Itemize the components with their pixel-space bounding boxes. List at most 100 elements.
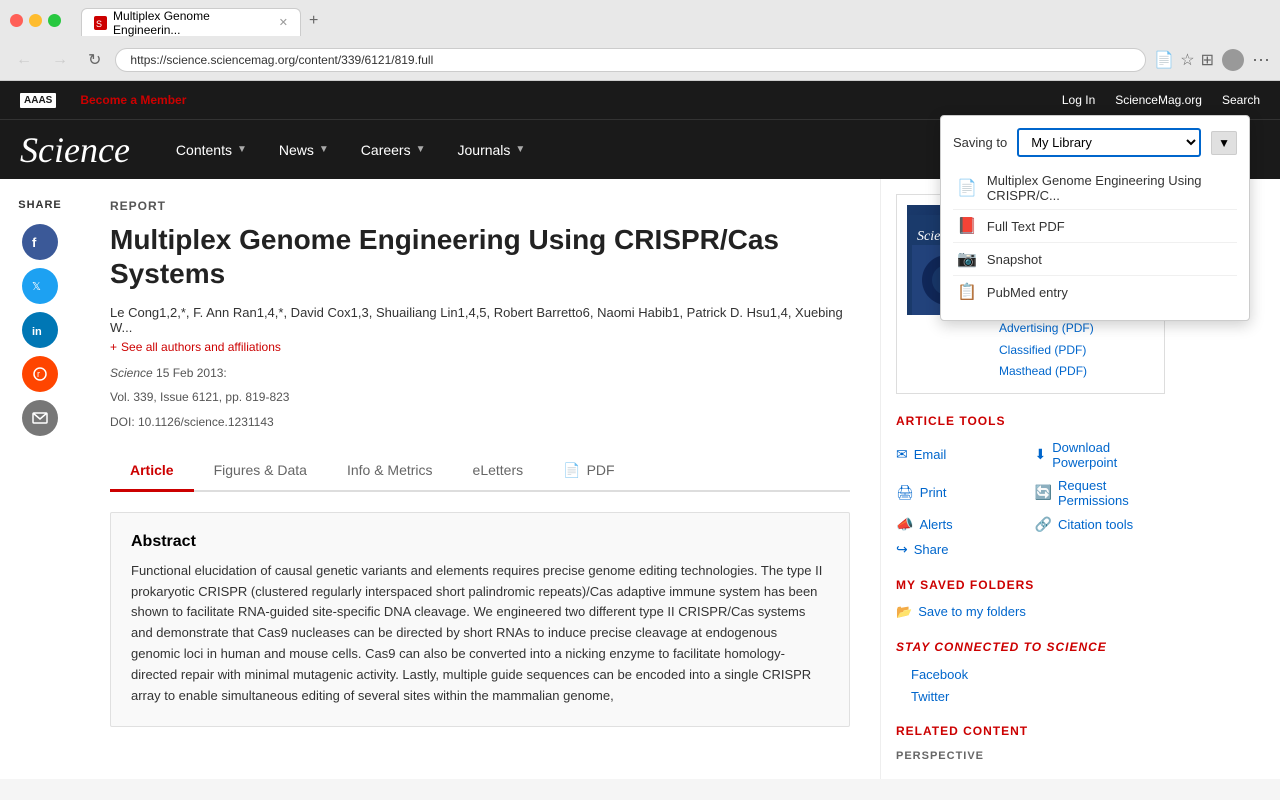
science-logo[interactable]: Science	[20, 129, 130, 171]
saving-item-snapshot[interactable]: 📷 Snapshot	[953, 242, 1237, 275]
masthead-pdf-link[interactable]: Masthead (PDF)	[999, 361, 1154, 383]
library-select[interactable]: My Library	[1017, 128, 1201, 157]
save-page-icon[interactable]: 📄	[1154, 50, 1174, 70]
become-member-link[interactable]: Become a Member	[80, 93, 186, 107]
article-tools: ARTICLE TOOLS ✉Email ⬇Download Powerpoin…	[896, 414, 1165, 558]
saved-folders-title: MY SAVED FOLDERS	[896, 578, 1165, 592]
abstract-box: Abstract Functional elucidation of causa…	[110, 512, 850, 728]
abstract-text: Functional elucidation of causal genetic…	[131, 561, 829, 707]
email-share-button[interactable]	[22, 400, 58, 436]
close-button[interactable]	[10, 14, 23, 27]
print-tool[interactable]: 🖨Print	[896, 478, 1027, 508]
tab-favicon: S	[94, 16, 107, 30]
forward-button[interactable]: →	[46, 47, 74, 73]
permissions-tool[interactable]: 🔄Request Permissions	[1035, 478, 1166, 508]
share-bar: SHARE f 𝕏 in r	[0, 179, 80, 779]
aaas-logo: AAAS	[20, 93, 60, 108]
svg-text:in: in	[32, 326, 42, 338]
extensions-icon[interactable]: ⊞	[1201, 50, 1214, 70]
svg-text:r: r	[37, 369, 40, 379]
page-doc-icon: 📄	[957, 178, 977, 198]
twitter-share-button[interactable]: 𝕏	[22, 268, 58, 304]
tab-article[interactable]: Article	[110, 452, 194, 492]
saving-item-pubmed[interactable]: 📋 PubMed entry	[953, 275, 1237, 308]
tab-figures-data[interactable]: Figures & Data	[194, 452, 327, 492]
tab-info-metrics[interactable]: Info & Metrics	[327, 452, 453, 492]
aaas-logo-icon: AAAS	[20, 93, 56, 108]
nav-item-careers[interactable]: Careers ▼	[345, 120, 442, 180]
svg-text:𝕏: 𝕏	[32, 281, 41, 293]
new-tab-button[interactable]: +	[301, 6, 326, 36]
nav-contents-label: Contents	[176, 142, 232, 158]
tab-close-button[interactable]: ✕	[279, 16, 288, 29]
pub-date: 15 Feb 2013:	[156, 366, 227, 380]
top-bar-right: Log In ScienceMag.org Search	[1062, 93, 1260, 107]
linkedin-share-button[interactable]: in	[22, 312, 58, 348]
browser-menu-button[interactable]: ⋯	[1252, 50, 1270, 71]
bookmark-icon[interactable]: ☆	[1180, 50, 1194, 70]
share-tool[interactable]: ↪Share	[896, 541, 1027, 558]
article-title: Multiplex Genome Engineering Using CRISP…	[110, 223, 850, 290]
browser-toolbar: ← → ↻ https://science.sciencemag.org/con…	[0, 40, 1280, 80]
nav-news-label: News	[279, 142, 314, 158]
facebook-link[interactable]: Facebook	[911, 667, 968, 682]
share-icon: ↪	[896, 541, 908, 558]
browser-chrome: S Multiplex Genome Engineerin... ✕ + ← →…	[0, 0, 1280, 81]
report-badge: REPORT	[110, 199, 850, 213]
abstract-title: Abstract	[131, 533, 829, 551]
save-to-folders-button[interactable]: 📂 Save to my folders	[896, 604, 1165, 620]
nav-items: Contents ▼ News ▼ Careers ▼ Journals ▼	[160, 120, 541, 180]
tab-pdf[interactable]: 📄 PDF	[543, 452, 634, 492]
nav-item-news[interactable]: News ▼	[263, 120, 345, 180]
stay-connected-title: STAY CONNECTED TO SCIENCE	[896, 640, 1165, 654]
saving-header: Saving to My Library ▼	[953, 128, 1237, 157]
reddit-share-button[interactable]: r	[22, 356, 58, 392]
authors-more-label: See all authors and affiliations	[121, 340, 281, 354]
tab-title: Multiplex Genome Engineerin...	[113, 9, 269, 37]
folder-icon: 📂	[896, 604, 912, 620]
citation-icon: 🔗	[1035, 516, 1052, 533]
nav-item-journals[interactable]: Journals ▼	[442, 120, 542, 180]
bookmark-icons: 📄 ☆ ⊞	[1154, 50, 1214, 70]
alerts-tool[interactable]: 📣 Alerts	[896, 516, 1027, 533]
download-powerpoint-tool[interactable]: ⬇Download Powerpoint	[1035, 440, 1166, 470]
saving-items-list: 📄 Multiplex Genome Engineering Using CRI…	[953, 167, 1237, 308]
search-link[interactable]: Search	[1222, 93, 1260, 107]
article-doi: DOI: 10.1126/science.1231143	[110, 413, 850, 432]
svg-text:S: S	[96, 19, 102, 28]
advertising-pdf-link[interactable]: Advertising (PDF)	[999, 318, 1154, 340]
twitter-link[interactable]: Twitter	[911, 689, 949, 704]
url-text: https://science.sciencemag.org/content/3…	[130, 53, 433, 67]
related-content: RELATED CONTENT PERSPECTIVE	[896, 724, 1165, 762]
tab-bar: S Multiplex Genome Engineerin... ✕ +	[71, 4, 336, 36]
login-link[interactable]: Log In	[1062, 93, 1095, 107]
traffic-lights	[10, 14, 61, 27]
sciencemag-link[interactable]: ScienceMag.org	[1115, 93, 1202, 107]
back-button[interactable]: ←	[10, 47, 38, 73]
tab-eletters[interactable]: eLetters	[453, 452, 544, 492]
address-bar[interactable]: https://science.sciencemag.org/content/3…	[115, 48, 1146, 72]
user-profile-icon[interactable]	[1222, 49, 1244, 71]
see-authors-link[interactable]: + See all authors and affiliations	[110, 340, 850, 354]
active-tab[interactable]: S Multiplex Genome Engineerin... ✕	[81, 8, 301, 36]
alerts-label: Alerts	[919, 517, 952, 532]
saving-to-label: Saving to	[953, 135, 1007, 150]
snapshot-icon: 📷	[957, 249, 977, 269]
journal-name: Science	[110, 366, 153, 380]
saving-item-pdf[interactable]: 📕 Full Text PDF	[953, 209, 1237, 242]
nav-news-arrow: ▼	[319, 144, 329, 155]
saving-item-page[interactable]: 📄 Multiplex Genome Engineering Using CRI…	[953, 167, 1237, 209]
saving-dropdown-button[interactable]: ▼	[1211, 131, 1237, 155]
classified-pdf-link[interactable]: Classified (PDF)	[999, 340, 1154, 362]
nav-item-contents[interactable]: Contents ▼	[160, 120, 263, 180]
alerts-icon: 📣	[896, 516, 913, 533]
nav-contents-arrow: ▼	[237, 144, 247, 155]
facebook-share-button[interactable]: f	[22, 224, 58, 260]
saved-folders: MY SAVED FOLDERS 📂 Save to my folders	[896, 578, 1165, 620]
reload-button[interactable]: ↻	[82, 46, 107, 74]
citation-tool[interactable]: 🔗Citation tools	[1035, 516, 1166, 533]
saving-item-pubmed-label: PubMed entry	[987, 285, 1068, 300]
email-tool[interactable]: ✉Email	[896, 440, 1027, 470]
minimize-button[interactable]	[29, 14, 42, 27]
maximize-button[interactable]	[48, 14, 61, 27]
